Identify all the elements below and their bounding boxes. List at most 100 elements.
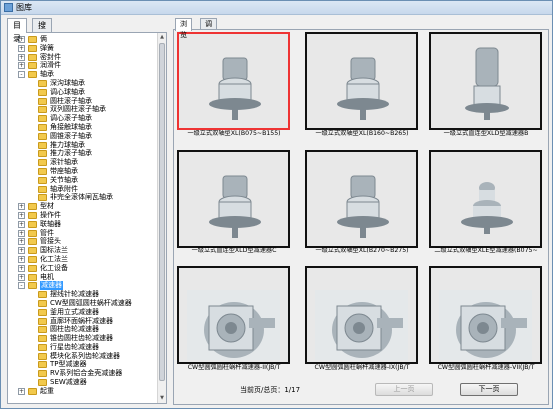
tree-subcategory[interactable]: 行星齿轮减速器 (8, 343, 158, 352)
tree-category[interactable]: - 轴承 (8, 70, 158, 79)
collapse-icon[interactable]: - (18, 71, 25, 79)
tree-subcategory[interactable]: 锥齿圆柱齿轮减速器 (8, 334, 158, 343)
tree-subcategory[interactable]: 直廓环面蜗杆减速器 (8, 317, 158, 326)
tree-category[interactable]: + 弹簧 (8, 44, 158, 53)
tree-category[interactable]: + 操作件 (8, 211, 158, 220)
tree-subcategory[interactable]: 调心球轴承 (8, 88, 158, 97)
thumbnail-caption[interactable]: CW型圆弧圆柱蜗杆减速器-IX(JB/T (297, 364, 427, 372)
tab-search[interactable]: 搜索 (32, 18, 52, 43)
tree-label: 弹簧 (40, 43, 54, 52)
thumbnail-card[interactable] (177, 266, 290, 364)
expand-icon[interactable]: + (18, 255, 25, 263)
tree-category[interactable]: + 起重 (8, 387, 158, 396)
thumbnail-caption[interactable]: 一级立式双轴型XL(B075~B155) (169, 130, 299, 138)
expand-icon[interactable]: + (18, 62, 25, 70)
thumbnail-card[interactable] (177, 32, 290, 130)
thumbnail-card[interactable] (305, 266, 418, 364)
scroll-up-arrow-icon[interactable]: ▲ (158, 33, 166, 41)
thumbnail-caption[interactable]: 一级立式直连型XLD型减速器B (421, 130, 551, 138)
tree-subcategory[interactable]: TP型减速器 (8, 360, 158, 369)
folder-icon (28, 211, 37, 219)
scrollbar-thumb[interactable] (159, 43, 165, 381)
next-page-button[interactable]: 下一页 (460, 383, 518, 396)
thumbnail-card[interactable] (429, 32, 542, 130)
tab-browse[interactable]: 浏览 (175, 18, 192, 39)
folder-icon (28, 62, 37, 70)
tree-category[interactable]: + 润滑件 (8, 61, 158, 70)
tree-category[interactable]: + 化工设备 (8, 264, 158, 273)
folder-icon (38, 291, 47, 299)
tree-category[interactable]: + 联轴器 (8, 220, 158, 229)
tree-label: 电机 (40, 272, 54, 281)
tree-label: 关节轴承 (50, 175, 78, 184)
tree-label: 润滑件 (40, 61, 61, 70)
tree-category[interactable]: + 管件 (8, 229, 158, 238)
tab-catalog[interactable]: 目录 (7, 18, 27, 43)
expand-icon[interactable]: + (18, 264, 25, 272)
tree-label: 管接头 (40, 237, 61, 246)
tree-subcategory[interactable]: 圆锥滚子轴承 (8, 132, 158, 141)
tree-subcategory[interactable]: SEW减速器 (8, 378, 158, 387)
tree-label: 推力滚子轴承 (50, 149, 92, 158)
thumbnail-caption[interactable]: 一级立式直连型XLD型减速器C (169, 247, 299, 255)
tree-subcategory[interactable]: 滚针轴承 (8, 158, 158, 167)
thumbnail-caption[interactable]: CW型圆弧圆柱蜗杆减速器-II(JB/T (169, 364, 299, 372)
thumbnail-caption[interactable]: 一级立式双轴型XL(B270~B275) (297, 247, 427, 255)
folder-icon (28, 71, 37, 79)
expand-icon[interactable]: + (18, 247, 25, 255)
tree-subcategory[interactable]: 角接触球轴承 (8, 123, 158, 132)
expand-icon[interactable]: + (18, 44, 25, 52)
tree-subcategory[interactable]: 调心滚子轴承 (8, 114, 158, 123)
tree-label: CW型圆弧圆柱蜗杆减速器 (50, 298, 132, 307)
thumbnail-caption[interactable]: CW型圆弧圆柱蜗杆减速器-VII(JB/T (421, 364, 551, 372)
tree-label: 锥齿圆柱齿轮减速器 (50, 334, 113, 343)
tree-category[interactable]: + 化工法兰 (8, 255, 158, 264)
tree-subcategory[interactable]: 双列圆柱滚子轴承 (8, 105, 158, 114)
page-status: 当前页/总页：1/17 (240, 386, 301, 394)
prev-page-button[interactable]: 上一页 (375, 383, 433, 396)
scroll-down-arrow-icon[interactable]: ▼ (158, 394, 166, 402)
tree-category[interactable]: + 管接头 (8, 237, 158, 246)
expand-icon[interactable]: + (18, 387, 25, 395)
tree-category[interactable]: + 电机 (8, 273, 158, 282)
tree-subcategory[interactable]: 推力滚子轴承 (8, 149, 158, 158)
expand-icon[interactable]: + (18, 238, 25, 246)
folder-icon (28, 273, 37, 281)
tree-subcategory[interactable]: CW型圆弧圆柱蜗杆减速器 (8, 299, 158, 308)
tree-label: 调心滚子轴承 (50, 114, 92, 123)
expand-icon[interactable]: + (18, 273, 25, 281)
tree-label: 釜用立式减速器 (50, 307, 99, 316)
thumbnail-gallery: 一级立式双轴型XL(B075~B155) 一级立式双轴型XL(B160~B265)… (173, 29, 549, 405)
tree-category[interactable]: + 型材 (8, 202, 158, 211)
expand-icon[interactable]: + (18, 229, 25, 237)
thumbnail-card[interactable] (177, 150, 290, 248)
category-tree: + 俩 + 弹簧 + 密封件 + 润滑件 - 轴承 深沟球轴承 调心球轴承 圆柱滚子轴承 双列圆柱滚子轴承… (7, 32, 167, 404)
tree-subcategory[interactable]: 圆柱齿轮减速器 (8, 325, 158, 334)
expand-icon[interactable]: + (18, 203, 25, 211)
tree-subcategory[interactable]: 带座轴承 (8, 167, 158, 176)
tree-label: 国标法兰 (40, 246, 68, 255)
thumbnail-caption[interactable]: 二级立式双轴型XLE型减速器(B075~ (421, 247, 551, 255)
thumbnail-card[interactable] (305, 150, 418, 248)
expand-icon[interactable]: + (18, 220, 25, 228)
thumbnail-card[interactable] (305, 32, 418, 130)
tree-label: 带座轴承 (50, 166, 78, 175)
expand-icon[interactable]: + (18, 53, 25, 61)
thumbnail-caption[interactable]: 一级立式双轴型XL(B160~B265) (297, 130, 427, 138)
tree-category[interactable]: - 减速器 (8, 281, 158, 291)
tree-category[interactable]: + 密封件 (8, 53, 158, 62)
thumbnail-card[interactable] (429, 150, 542, 248)
tree-category[interactable]: + 国标法兰 (8, 246, 158, 255)
tree-subcategory[interactable]: 釜用立式减速器 (8, 308, 158, 317)
thumbnail-card[interactable] (429, 266, 542, 364)
tree-subcategory[interactable]: 关节轴承 (8, 176, 158, 185)
tree-category[interactable]: + 俩 (8, 35, 158, 44)
tree-subcategory[interactable]: 摆线针轮减速器 (8, 290, 158, 299)
tree-subcategory[interactable]: 非完全滚体闸瓦轴承 (8, 193, 158, 202)
folder-icon (38, 141, 47, 149)
tree-subcategory[interactable]: RV系列铝合金壳减速器 (8, 369, 158, 378)
expand-icon[interactable]: + (18, 211, 25, 219)
tree-subcategory[interactable]: 深沟球轴承 (8, 79, 158, 88)
tree-scrollbar[interactable]: ▲ ▼ (157, 33, 166, 403)
collapse-icon[interactable]: - (18, 282, 25, 290)
